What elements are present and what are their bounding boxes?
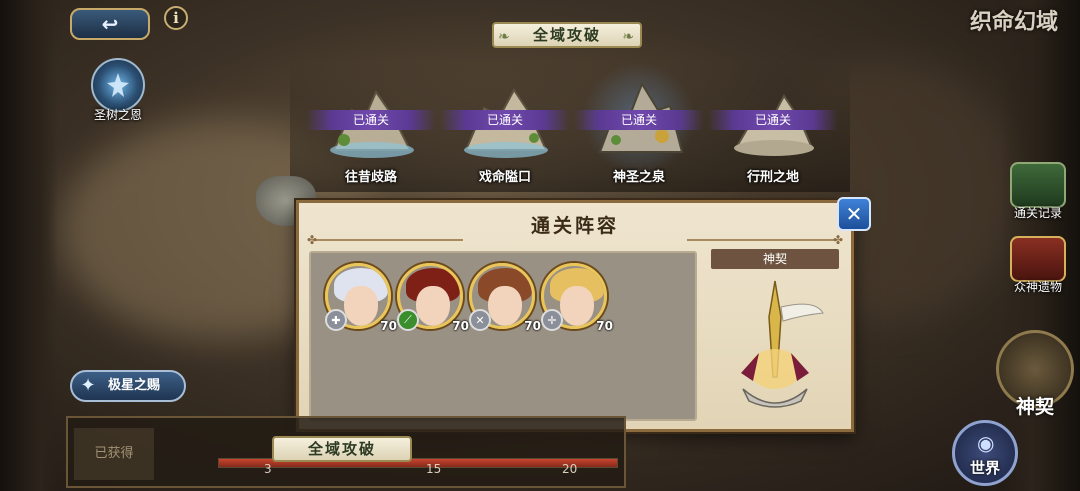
back-button[interactable]: ↩ (70, 8, 150, 40)
clear-record-label: 通关记录 (1013, 206, 1062, 220)
hero-card[interactable]: ✕ 70 (469, 263, 541, 333)
stage-wangxi-qilu[interactable]: 已通关 往昔歧路 (306, 74, 436, 192)
hero-level: 70 (380, 319, 397, 333)
contract-button[interactable]: 神契 (994, 330, 1076, 426)
stage-ximing-aikou[interactable]: 已通关 戏命隘口 (440, 74, 570, 192)
star-gift-button[interactable]: ✦ 极星之赐 (70, 370, 186, 402)
status-badge: 已通关 (306, 110, 436, 130)
hero-card[interactable]: ⟋ 70 (397, 263, 469, 333)
close-x-icon: ✕ (845, 202, 863, 226)
world-button[interactable]: ◉ 世界 (952, 420, 1018, 486)
ornament-icon: ✤ (832, 233, 843, 247)
stage-name: 行刑之地 (746, 170, 799, 185)
shield-cross-icon: ✛ (541, 309, 563, 331)
relics-button[interactable]: 众神遗物 (1002, 236, 1074, 295)
status-badge: 已通关 (708, 110, 838, 130)
info-icon: i (173, 9, 179, 27)
stage-name: 戏命隘口 (478, 170, 531, 185)
divider (313, 239, 463, 241)
star-icon: ✦ (80, 375, 96, 396)
page-title: 全域攻破 (492, 22, 642, 48)
contract-label: 神契 (711, 249, 839, 269)
hero-level: 70 (524, 319, 541, 333)
stage-name: 往昔歧路 (344, 170, 397, 185)
bottom-title: 全域攻破 (272, 436, 412, 462)
clear-record-button[interactable]: 通关记录 (1002, 162, 1074, 221)
tree-emblem-icon (91, 58, 145, 112)
globe-icon: ◉ (977, 431, 995, 455)
contract-panel: 神契 (707, 249, 843, 423)
crossed-swords-icon: ✕ (469, 309, 491, 331)
clear-lineup-dialog: 通关阵容 ✤ ✤ ✕ ✚ 70 ⟋ 70 ✕ 70 ✛ 70 神契 (296, 197, 871, 432)
dual-cross-icon: ✚ (325, 309, 347, 331)
contract-button-label: 神契 (1015, 396, 1054, 418)
tree-gift-button[interactable]: 圣树之恩 (86, 58, 150, 123)
tree-gift-label: 圣树之恩 (93, 108, 142, 122)
hero-level: 70 (452, 319, 469, 333)
hero-level: 70 (596, 319, 613, 333)
relics-label: 众神遗物 (1013, 280, 1062, 294)
left-frame (0, 0, 58, 491)
stage-shensheng-zhiquan[interactable]: 已通关 神圣之泉 (574, 64, 704, 192)
milestone-value: 20 (562, 462, 578, 476)
hero-lineup-panel: ✚ 70 ⟋ 70 ✕ 70 ✛ 70 (309, 251, 697, 421)
game-title: 织命幻域 (969, 9, 1058, 35)
treasure-chest-icon (1010, 236, 1066, 282)
hero-card[interactable]: ✛ 70 (541, 263, 613, 333)
stage-name: 神圣之泉 (612, 170, 665, 185)
stage-xingxing-zhidi[interactable]: 已通关 行刑之地 (708, 74, 838, 192)
status-badge: 已通关 (440, 110, 570, 130)
return-arrow-icon: ↩ (101, 12, 119, 36)
divine-contract-weapon-icon[interactable] (719, 277, 831, 417)
status-badge: 已通关 (574, 110, 704, 130)
divider (687, 239, 837, 241)
book-icon (1010, 162, 1066, 208)
leaf-staff-icon: ⟋ (397, 309, 419, 331)
star-gift-label: 极星之赐 (108, 378, 161, 393)
ornament-icon: ✤ (307, 233, 318, 247)
milestone-value: 3 (264, 462, 272, 476)
milestone-value: 15 (426, 462, 442, 476)
info-button[interactable]: i (164, 6, 188, 30)
dialog-title: 通关阵容 (530, 215, 619, 237)
obtained-label: 已获得 (74, 428, 154, 480)
hero-card[interactable]: ✚ 70 (325, 263, 397, 333)
world-label: 世界 (969, 459, 1000, 477)
close-button[interactable]: ✕ (837, 197, 871, 231)
